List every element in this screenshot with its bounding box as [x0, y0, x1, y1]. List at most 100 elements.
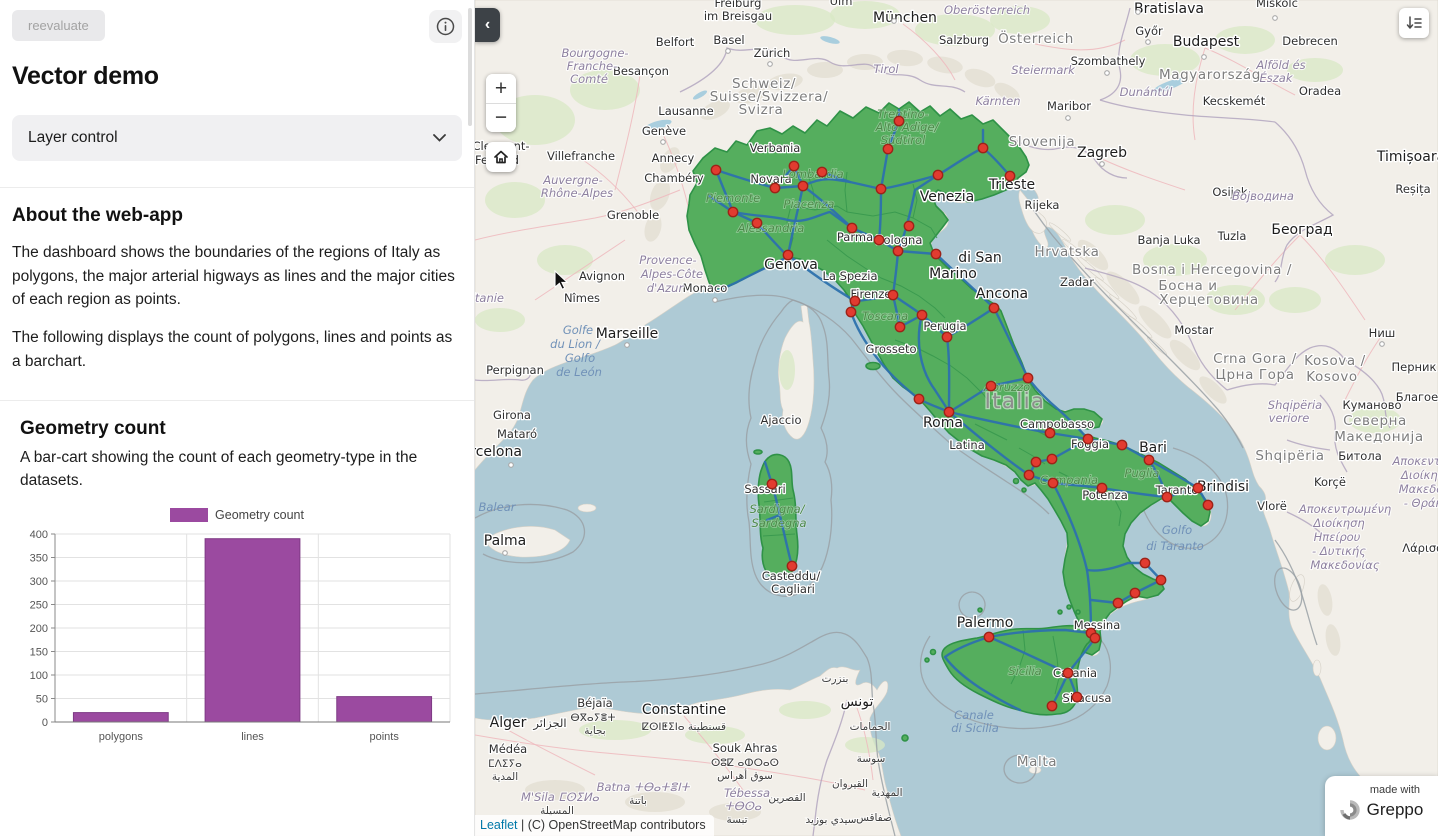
city-marker[interactable] — [917, 310, 926, 319]
city-marker[interactable] — [1117, 440, 1126, 449]
map-label: Перник — [1392, 360, 1437, 374]
svg-text:100: 100 — [30, 670, 48, 682]
city-marker[interactable] — [883, 144, 892, 153]
map-label: ⵜⴱⵙⴰ — [725, 799, 762, 813]
city-marker[interactable] — [904, 221, 913, 230]
map-label: veriore — [1269, 411, 1310, 425]
city-marker[interactable] — [789, 161, 798, 170]
zoom-in-button[interactable]: + — [486, 74, 516, 103]
city-marker[interactable] — [850, 296, 859, 305]
city-marker[interactable] — [711, 165, 720, 174]
city-marker[interactable] — [1047, 701, 1056, 710]
city-marker[interactable] — [894, 116, 903, 125]
city-marker[interactable] — [874, 235, 883, 244]
city-marker[interactable] — [752, 218, 761, 227]
city-marker[interactable] — [933, 170, 942, 179]
map-label: Palermo — [957, 615, 1014, 631]
city-marker[interactable] — [1031, 457, 1040, 466]
city-marker[interactable] — [1144, 455, 1153, 464]
map-label: Kosovo — [1306, 369, 1358, 385]
city-marker[interactable] — [798, 181, 807, 190]
map-label: Crna Gora / — [1213, 351, 1297, 367]
map-label: بنزرت — [822, 673, 849, 685]
made-with-label: made with — [1370, 784, 1420, 796]
reevaluate-button[interactable]: reevaluate — [12, 10, 105, 41]
city-marker[interactable] — [876, 184, 885, 193]
map-label: Sicilia — [1008, 664, 1041, 678]
city-marker[interactable] — [1193, 483, 1202, 492]
city-marker[interactable] — [728, 207, 737, 216]
city-marker[interactable] — [783, 250, 792, 259]
svg-text:lines: lines — [241, 731, 264, 743]
city-marker[interactable] — [942, 332, 951, 341]
zoom-out-button[interactable]: − — [486, 103, 516, 132]
home-extent-button[interactable] — [486, 142, 516, 172]
map-label: Barcelona — [475, 444, 522, 460]
greppo-badge[interactable]: made with Greppo — [1325, 776, 1438, 836]
map-label: صفاقس — [856, 812, 892, 824]
city-marker[interactable] — [1048, 478, 1057, 487]
city-marker[interactable] — [931, 249, 940, 258]
map-label: Alföld és — [1255, 58, 1305, 72]
map-pane[interactable]: Freiburgim BreisgauUlmMünchenOberösterre… — [475, 0, 1438, 836]
leaflet-link[interactable]: Leaflet — [480, 818, 518, 832]
city-marker[interactable] — [1130, 588, 1139, 597]
city-marker[interactable] — [817, 167, 826, 176]
sidebar-collapse-button[interactable]: ‹ — [475, 8, 500, 42]
city-marker[interactable] — [895, 322, 904, 331]
city-marker[interactable] — [986, 381, 995, 390]
town-dot — [768, 62, 773, 67]
map-label: Campobasso — [1020, 417, 1094, 431]
city-marker[interactable] — [893, 246, 902, 255]
city-marker[interactable] — [847, 223, 856, 232]
map-label: Vlorë — [1257, 499, 1287, 513]
map-label: تونس — [841, 694, 874, 710]
city-marker[interactable] — [1090, 633, 1099, 642]
map-label: Toscana — [862, 309, 908, 323]
city-marker[interactable] — [1023, 373, 1032, 382]
map-label: Reșița — [1395, 182, 1430, 196]
city-marker[interactable] — [1162, 492, 1171, 501]
city-marker[interactable] — [1140, 558, 1149, 567]
city-marker[interactable] — [1072, 692, 1081, 701]
city-marker[interactable] — [888, 290, 897, 299]
map-canvas[interactable]: Freiburgim BreisgauUlmMünchenOberösterre… — [475, 0, 1438, 836]
city-marker[interactable] — [944, 407, 953, 416]
map-label: Villefranche — [547, 149, 615, 163]
layers-list-button[interactable] — [1399, 8, 1429, 38]
city-marker[interactable] — [846, 307, 855, 316]
city-marker[interactable] — [1045, 428, 1054, 437]
map-label: Marino — [929, 266, 977, 282]
map-label: Palma — [484, 533, 527, 549]
city-marker[interactable] — [989, 303, 998, 312]
city-marker[interactable] — [1083, 434, 1092, 443]
map-label: Македонија — [1334, 429, 1424, 445]
city-marker[interactable] — [1063, 668, 1072, 677]
map-label: Mostar — [1174, 323, 1214, 337]
divider — [0, 187, 474, 188]
city-marker[interactable] — [767, 479, 776, 488]
map-label: Ηπείρου — [1314, 530, 1361, 544]
city-marker[interactable] — [1156, 575, 1165, 584]
layer-control-toggle[interactable]: Layer control — [12, 115, 462, 161]
city-marker[interactable] — [1203, 500, 1212, 509]
map-label: Canale — [954, 708, 994, 722]
city-marker[interactable] — [978, 143, 987, 152]
svg-text:300: 300 — [30, 576, 48, 588]
city-marker[interactable] — [1047, 454, 1056, 463]
city-marker[interactable] — [1005, 171, 1014, 180]
info-button[interactable] — [429, 10, 462, 43]
map-label: de León — [556, 365, 602, 379]
city-marker[interactable] — [1097, 483, 1106, 492]
city-marker[interactable] — [914, 394, 923, 403]
sidebar-scrollbar[interactable] — [468, 8, 472, 126]
city-marker[interactable] — [787, 561, 796, 570]
city-marker[interactable] — [1024, 470, 1033, 479]
map-label: Λάρισα — [1402, 541, 1438, 555]
map-label: Bari — [1139, 440, 1167, 456]
city-marker[interactable] — [984, 632, 993, 641]
map-label: Médéa — [489, 742, 527, 756]
city-marker[interactable] — [1113, 598, 1122, 607]
info-icon — [436, 17, 455, 36]
city-marker[interactable] — [770, 183, 779, 192]
